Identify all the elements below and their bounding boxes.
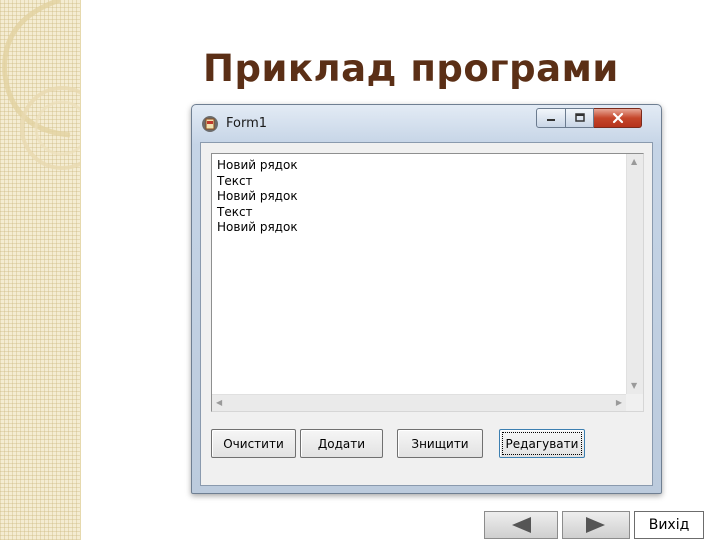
decorative-strip	[0, 0, 81, 540]
exit-button[interactable]: Вихід	[634, 511, 704, 539]
scroll-up-icon[interactable]: ▲	[631, 158, 637, 166]
memo-line: Новий рядок	[217, 158, 298, 172]
next-slide-button[interactable]	[562, 511, 630, 539]
decorative-rings	[2, 0, 80, 170]
memo-line: Новий рядок	[217, 189, 298, 203]
add-button[interactable]: Додати	[300, 429, 383, 458]
close-button[interactable]	[594, 108, 642, 128]
destroy-button[interactable]: Знищити	[397, 429, 483, 458]
maximize-icon	[574, 113, 585, 122]
title-bar[interactable]: Form1	[192, 105, 661, 143]
page-title: Приклад програми	[203, 47, 619, 90]
maximize-button[interactable]	[566, 108, 594, 128]
triangle-left-icon	[512, 517, 531, 533]
app-icon[interactable]	[201, 115, 219, 133]
scroll-down-icon[interactable]: ▼	[631, 382, 637, 390]
edit-button[interactable]: Редагувати	[499, 429, 585, 458]
horizontal-scrollbar[interactable]: ◀ ▶	[212, 394, 626, 411]
scroll-right-icon[interactable]: ▶	[616, 399, 622, 407]
scroll-left-icon[interactable]: ◀	[216, 399, 222, 407]
triangle-right-icon	[586, 517, 605, 533]
form-client-area: Новий рядок Текст Новий рядок Текст Нови…	[200, 142, 653, 486]
scroll-corner	[626, 394, 643, 411]
close-icon	[612, 112, 623, 124]
vertical-scrollbar[interactable]: ▲ ▼	[626, 154, 643, 394]
memo-text-area[interactable]: Новий рядок Текст Новий рядок Текст Нови…	[211, 153, 644, 412]
memo-line: Текст	[217, 204, 253, 219]
memo-lines: Новий рядок Текст Новий рядок Текст Нови…	[217, 158, 298, 236]
minimize-icon	[547, 119, 555, 121]
minimize-button[interactable]	[536, 108, 566, 128]
window-title: Form1	[226, 116, 268, 131]
memo-line: Текст	[217, 173, 253, 188]
clear-button[interactable]: Очистити	[211, 429, 296, 458]
memo-line: Новий рядок	[217, 220, 298, 234]
previous-slide-button[interactable]	[484, 511, 558, 539]
app-window: Form1 Новий рядок Текст Новий рядок Текс	[191, 104, 662, 494]
